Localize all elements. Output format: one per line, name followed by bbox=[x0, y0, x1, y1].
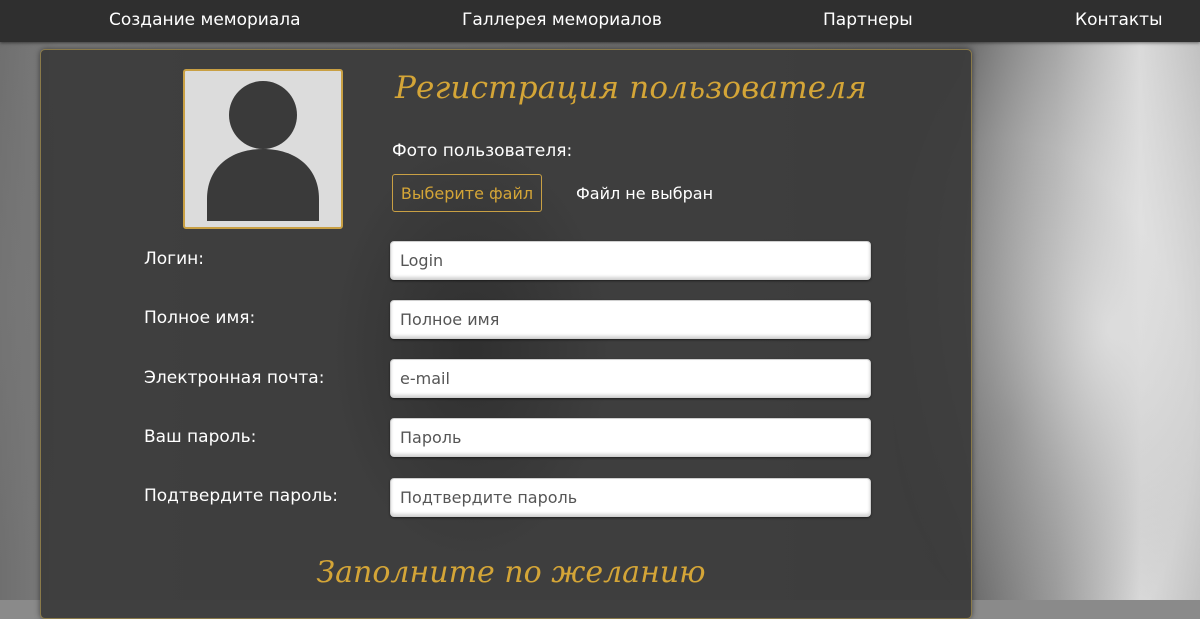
password-label: Ваш пароль: bbox=[144, 427, 257, 447]
nav-contacts[interactable]: Контакты bbox=[1075, 10, 1163, 30]
full-name-input[interactable] bbox=[390, 300, 871, 339]
user-silhouette-icon bbox=[207, 81, 319, 221]
full-name-label: Полное имя: bbox=[144, 308, 256, 328]
registration-title: Регистрация пользователя bbox=[394, 70, 868, 106]
email-input[interactable] bbox=[390, 359, 871, 398]
optional-section-title: Заполните по желанию bbox=[316, 555, 706, 590]
login-label: Логин: bbox=[144, 249, 205, 269]
email-label: Электронная почта: bbox=[144, 368, 325, 388]
confirm-password-input[interactable] bbox=[390, 478, 871, 517]
choose-file-button[interactable]: Выберите файл bbox=[392, 174, 542, 212]
nav-partners[interactable]: Партнеры bbox=[823, 10, 913, 30]
password-input[interactable] bbox=[390, 418, 871, 457]
nav-create-memorial[interactable]: Создание мемориала bbox=[109, 10, 301, 30]
photo-label: Фото пользователя: bbox=[392, 141, 573, 161]
nav-memorial-gallery[interactable]: Галлерея мемориалов bbox=[462, 10, 662, 30]
registration-panel: Регистрация пользователя Фото пользовате… bbox=[40, 49, 972, 619]
top-navigation: Создание мемориала Галлерея мемориалов П… bbox=[0, 0, 1200, 42]
file-status-text: Файл не выбран bbox=[576, 184, 714, 203]
login-input[interactable] bbox=[390, 241, 871, 280]
user-avatar-placeholder bbox=[183, 69, 343, 229]
confirm-password-label: Подтвердите пароль: bbox=[144, 486, 339, 506]
